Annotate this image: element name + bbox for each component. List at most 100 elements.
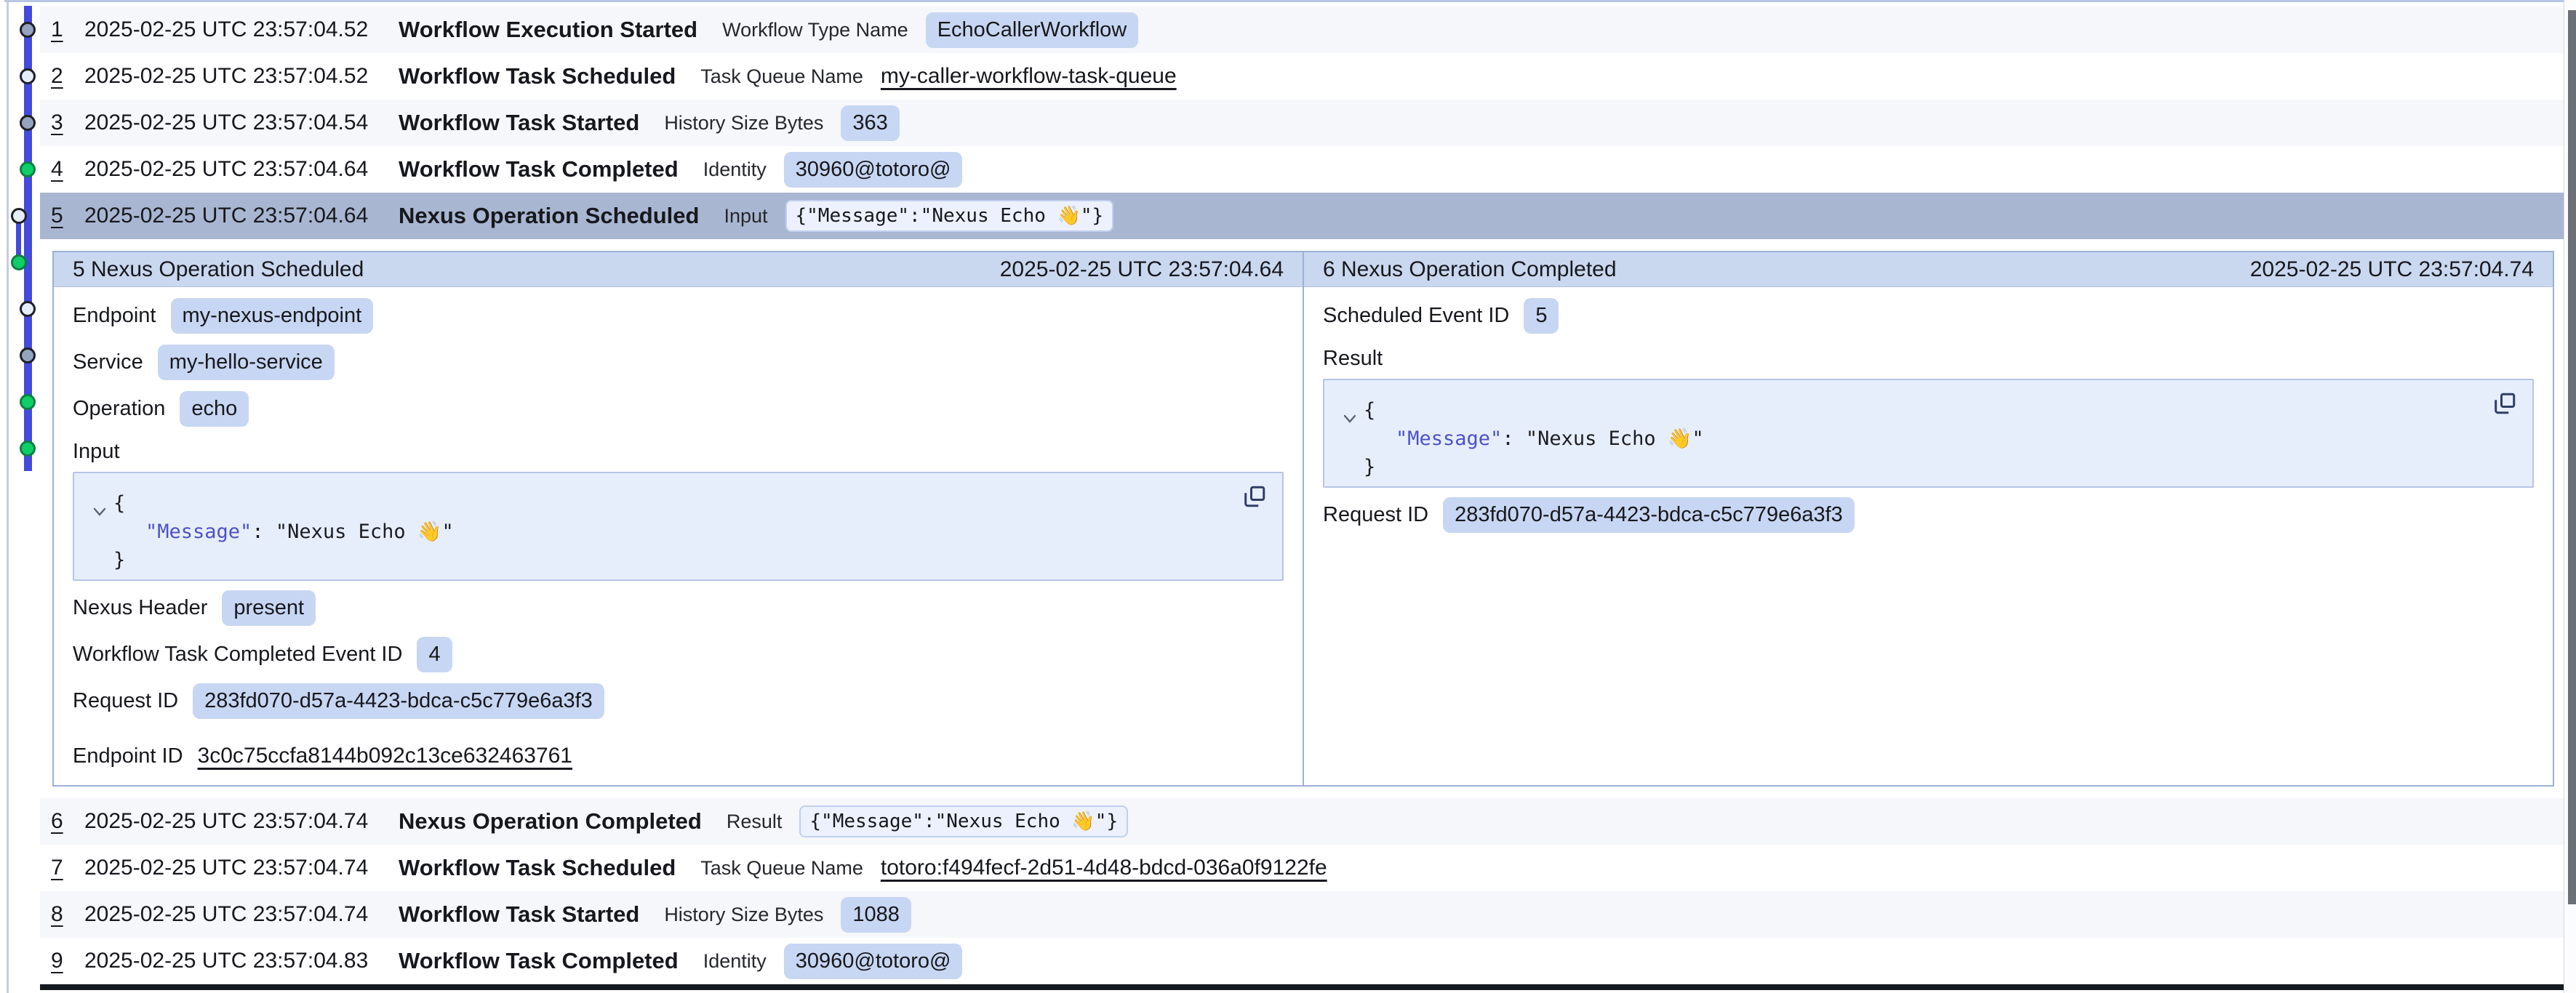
event-id-link[interactable]: 5: [51, 204, 84, 228]
event-id-link[interactable]: 4: [51, 157, 84, 182]
event-row-1[interactable]: 12025-02-25 UTC 23:57:04.52 Workflow Exec…: [40, 7, 2564, 53]
event-row-8[interactable]: 82025-02-25 UTC 23:57:04.74Workflow Task…: [40, 891, 2564, 938]
detail-panel-header[interactable]: 6 Nexus Operation Completed 2025-02-25 U…: [1304, 252, 2553, 287]
json-open-brace: {: [1364, 396, 1375, 425]
panel-field-label-text: Input: [73, 440, 120, 464]
panel-field: Nexus Header present: [73, 590, 1284, 626]
event-row-5[interactable]: 52025-02-25 UTC 23:57:04.64 Nexus Operati…: [40, 193, 2564, 239]
vertical-scrollbar-thumb[interactable]: [2568, 10, 2576, 904]
timeline-dot-3[interactable]: [20, 115, 36, 131]
event-attribute-value-badge: 30960@totoro@: [784, 944, 963, 979]
panel-field-label-text: Result: [1323, 347, 1383, 371]
timeline-dot-6[interactable]: [11, 254, 27, 270]
event-id-link[interactable]: 3: [51, 110, 84, 135]
panel-field-label-text: Request ID: [73, 689, 178, 713]
event-row-3[interactable]: 32025-02-25 UTC 23:57:04.54Workflow Task…: [40, 100, 2564, 146]
json-close-line: }: [1342, 453, 2515, 481]
json-root-line: {: [1342, 396, 2515, 425]
event-row-7[interactable]: 72025-02-25 UTC 23:57:04.74Workflow Task…: [40, 845, 2564, 891]
panel-field-value-link[interactable]: 3c0c75ccfa8144b092c13ce632463761: [198, 744, 572, 768]
event-id-link[interactable]: 9: [51, 949, 84, 973]
panel-field-label: Input: [73, 437, 1284, 466]
json-colon: :: [1502, 427, 1526, 450]
event-name: Workflow Task Completed: [399, 948, 679, 974]
event-row-6[interactable]: 62025-02-25 UTC 23:57:04.74 Nexus Operati…: [40, 798, 2564, 845]
event-timestamp: 2025-02-25 UTC 23:57:04.74: [84, 809, 380, 834]
json-property-line: "Message": "Nexus Echo 👋": [1342, 425, 2515, 453]
event-name: Nexus Operation Scheduled: [399, 203, 699, 229]
event-timestamp: 2025-02-25 UTC 23:57:04.54: [84, 110, 380, 135]
event-attribute-value-badge: EchoCallerWorkflow: [926, 12, 1139, 48]
panel-field-value-badge: my-hello-service: [158, 345, 335, 380]
event-id-link[interactable]: 8: [51, 902, 84, 927]
event-rows-top: 12025-02-25 UTC 23:57:04.52 Workflow Exec…: [40, 7, 2564, 239]
left-border: [7, 1, 9, 993]
json-close-brace: }: [1364, 456, 1375, 478]
event-attribute-value-link[interactable]: totoro:f494fecf-2d51-4d48-bdcd-036a0f912…: [881, 856, 1327, 880]
panel-field-value-badge: echo: [180, 391, 249, 427]
event-timestamp: 2025-02-25 UTC 23:57:04.83: [84, 949, 380, 973]
top-border: [4, 0, 2564, 2]
json-value: "Nexus Echo 👋": [1526, 427, 1704, 450]
panel-field-value-badge: 4: [417, 637, 452, 672]
panel-field: Servicemy-hello-service: [73, 344, 1284, 380]
event-row-9[interactable]: 92025-02-25 UTC 23:57:04.83 Workflow Task…: [40, 938, 2564, 984]
json-colon: :: [252, 520, 276, 543]
event-name: Workflow Task Scheduled: [399, 855, 676, 881]
detail-panel-body: Scheduled Event ID5Result{"Message": "Ne…: [1304, 287, 2553, 543]
timeline-dot-4[interactable]: [20, 161, 36, 177]
event-attribute-label: Task Queue Name: [700, 65, 863, 88]
event-row-4[interactable]: 42025-02-25 UTC 23:57:04.64Workflow Task…: [40, 146, 2564, 193]
panel-field: Operationecho: [73, 390, 1284, 427]
event-attribute-value-link[interactable]: my-caller-workflow-task-queue: [881, 64, 1177, 89]
json-close-line: }: [92, 546, 1265, 574]
event-attribute-value-json: {"Message":"Nexus Echo 👋"}: [785, 200, 1114, 232]
copy-icon[interactable]: [2492, 390, 2521, 419]
detail-panel-completed: 6 Nexus Operation Completed 2025-02-25 U…: [1303, 252, 2553, 785]
detail-panel-timestamp: 2025-02-25 UTC 23:57:04.64: [1000, 257, 1284, 282]
event-name: Workflow Task Scheduled: [399, 63, 676, 89]
panel-field-label: Result: [1323, 344, 2534, 373]
panel-field-value-badge: present: [222, 590, 316, 626]
event-attribute-value-badge: 1088: [841, 897, 911, 933]
next-row-cutoff-edge: [40, 984, 2564, 990]
json-key: "Message": [1396, 427, 1502, 450]
collapse-json-chevron-icon[interactable]: [1342, 405, 1358, 417]
detail-panel-title: 6 Nexus Operation Completed: [1323, 257, 1617, 282]
detail-panel-scheduled: 5 Nexus Operation Scheduled 2025-02-25 U…: [54, 252, 1303, 785]
event-timestamp: 2025-02-25 UTC 23:57:04.64: [84, 204, 380, 228]
timeline-dot-10[interactable]: [20, 441, 36, 457]
vertical-scrollbar-track[interactable]: [2564, 0, 2576, 993]
event-attribute-label: Identity: [703, 950, 767, 973]
json-viewer: {"Message": "Nexus Echo 👋"}: [73, 472, 1284, 581]
panel-field: Workflow Task Completed Event ID 4: [73, 636, 1284, 672]
panel-field-value-badge: 283fd070-d57a-4423-bdca-c5c779e6a3f3: [1443, 497, 1855, 533]
event-id-link[interactable]: 7: [51, 856, 84, 880]
event-name: Workflow Execution Started: [399, 17, 697, 43]
timeline-dot-7[interactable]: [20, 301, 36, 317]
collapse-json-chevron-icon[interactable]: [92, 498, 108, 510]
timeline-dot-1[interactable]: [20, 22, 36, 38]
event-attribute-label: Result: [727, 811, 783, 833]
timeline-dot-9[interactable]: [20, 394, 36, 410]
timeline-dot-5[interactable]: [11, 208, 27, 224]
event-attribute-value-badge: 363: [841, 105, 899, 141]
copy-icon[interactable]: [1241, 483, 1271, 512]
timeline-dot-8[interactable]: [20, 347, 36, 363]
event-id-link[interactable]: 1: [51, 17, 84, 42]
detail-panel-header[interactable]: 5 Nexus Operation Scheduled 2025-02-25 U…: [54, 252, 1303, 287]
panel-field-value-badge: my-nexus-endpoint: [171, 298, 374, 334]
panel-field-label-text: Nexus Header: [73, 596, 207, 620]
event-timestamp: 2025-02-25 UTC 23:57:04.52: [84, 17, 380, 42]
panel-field-label-text: Workflow Task Completed Event ID: [73, 643, 402, 667]
event-name: Nexus Operation Completed: [399, 808, 702, 835]
event-id-link[interactable]: 2: [51, 64, 84, 89]
panel-field: Endpoint ID3c0c75ccfa8144b092c13ce632463…: [73, 738, 1284, 774]
event-attribute-value-badge: 30960@totoro@: [784, 152, 963, 188]
event-id-link[interactable]: 6: [51, 809, 84, 834]
event-row-2[interactable]: 22025-02-25 UTC 23:57:04.52Workflow Task…: [40, 53, 2564, 100]
event-rows-bottom: 62025-02-25 UTC 23:57:04.74 Nexus Operati…: [40, 798, 2564, 984]
json-property-line: "Message": "Nexus Echo 👋": [92, 518, 1265, 546]
timeline-dot-2[interactable]: [20, 68, 36, 84]
panel-field-label-text: Endpoint: [73, 304, 156, 328]
